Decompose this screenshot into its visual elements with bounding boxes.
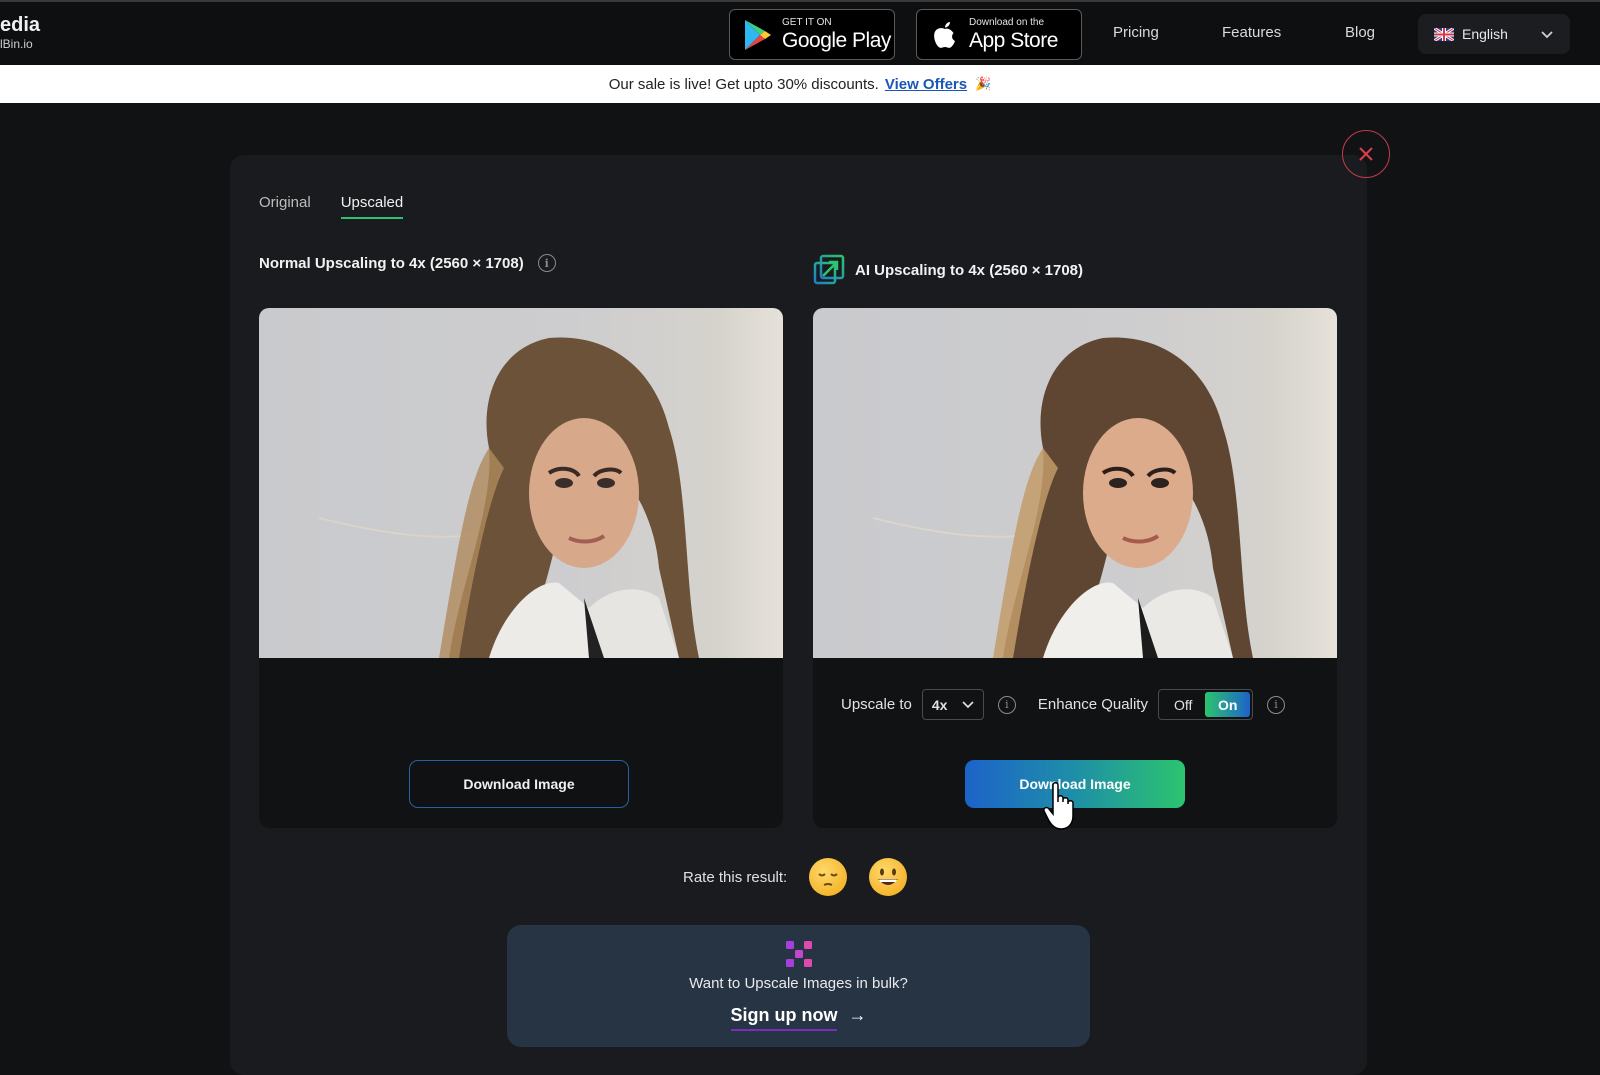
apple-icon: [925, 15, 965, 55]
google-play-small-text: GET IT ON: [782, 16, 832, 28]
google-play-icon: [738, 15, 778, 55]
chevron-down-icon: [962, 701, 974, 709]
view-offers-link[interactable]: View Offers: [885, 76, 967, 93]
download-normal-button[interactable]: Download Image: [409, 760, 629, 808]
grinning-face-icon[interactable]: [869, 858, 908, 896]
toggle-off-option[interactable]: Off: [1161, 692, 1206, 717]
nav-pricing[interactable]: Pricing: [1113, 24, 1159, 41]
bulk-logo-icon: [786, 941, 812, 967]
view-tabs: Original Upscaled: [259, 194, 404, 219]
brand-subtitle: lBin.io: [0, 37, 33, 51]
google-play-big-text: Google Play: [782, 28, 891, 52]
arrow-right-icon: →: [848, 1005, 867, 1025]
close-icon: [1359, 147, 1373, 161]
party-popper-icon: 🎉: [975, 76, 992, 91]
info-icon[interactable]: i: [537, 254, 556, 272]
sign-up-label: Sign up now: [730, 1005, 838, 1031]
upscale-factor-value: 4x: [931, 696, 948, 713]
top-navigation-bar: edia lBin.io GET IT ON Google Play Downl…: [0, 0, 1600, 65]
sale-banner-text: Our sale is live! Get upto 30% discounts…: [608, 75, 879, 93]
enhance-info-icon[interactable]: i: [1266, 695, 1285, 714]
sale-banner: Our sale is live! Get upto 30% discounts…: [0, 65, 1600, 103]
normal-upscaled-card: Download Image: [259, 308, 783, 828]
sign-up-link[interactable]: Sign up now →: [507, 1005, 1090, 1031]
pensive-face-icon[interactable]: [809, 858, 848, 896]
language-label: English: [1462, 26, 1508, 42]
upscale-info-icon[interactable]: i: [997, 695, 1016, 714]
upscale-factor-select[interactable]: 4x: [921, 689, 984, 720]
tab-upscaled[interactable]: Upscaled: [340, 194, 404, 219]
app-store-badge[interactable]: Download on the App Store: [916, 9, 1082, 60]
brand-logo[interactable]: edia lBin.io: [0, 14, 40, 52]
ai-upscaling-title: AI Upscaling to 4x (2560 × 1708): [813, 254, 1083, 286]
enhance-quality-label: Enhance Quality: [1037, 696, 1148, 713]
language-selector[interactable]: English: [1418, 14, 1570, 54]
rating-section: Rate this result:: [683, 858, 908, 896]
bulk-upscale-promo: Want to Upscale Images in bulk? Sign up …: [507, 925, 1090, 1047]
chevron-down-icon: [1541, 31, 1553, 39]
ai-upscaled-image: [813, 308, 1337, 658]
normal-upscaled-image: [259, 308, 783, 658]
uk-flag-icon: [1434, 27, 1454, 41]
app-store-small-text: Download on the: [969, 16, 1045, 28]
close-button[interactable]: [1342, 130, 1390, 178]
enhance-quality-toggle[interactable]: Off On: [1157, 689, 1253, 720]
upscale-to-label: Upscale to: [841, 696, 912, 713]
bulk-question: Want to Upscale Images in bulk?: [689, 975, 908, 992]
normal-upscaling-title-text: Normal Upscaling to 4x (2560 × 1708): [259, 254, 524, 272]
brand-name: edia: [0, 14, 41, 36]
google-play-badge[interactable]: GET IT ON Google Play: [729, 9, 895, 60]
upscale-controls: Upscale to 4x i Enhance Quality Off On i: [841, 689, 1285, 720]
normal-upscaling-title: Normal Upscaling to 4x (2560 × 1708) i: [259, 254, 556, 272]
ai-upscaling-title-text: AI Upscaling to 4x (2560 × 1708): [855, 261, 1084, 279]
app-store-big-text: App Store: [969, 28, 1058, 52]
rating-label: Rate this result:: [683, 868, 788, 886]
hand-cursor-icon: [1043, 782, 1074, 830]
ai-upscale-icon: [813, 254, 845, 285]
nav-features[interactable]: Features: [1222, 24, 1281, 41]
ai-upscaled-card: Upscale to 4x i Enhance Quality Off On i…: [813, 308, 1337, 828]
nav-blog[interactable]: Blog: [1345, 24, 1375, 41]
tab-original[interactable]: Original: [259, 194, 311, 219]
toggle-on-option[interactable]: On: [1205, 692, 1250, 717]
